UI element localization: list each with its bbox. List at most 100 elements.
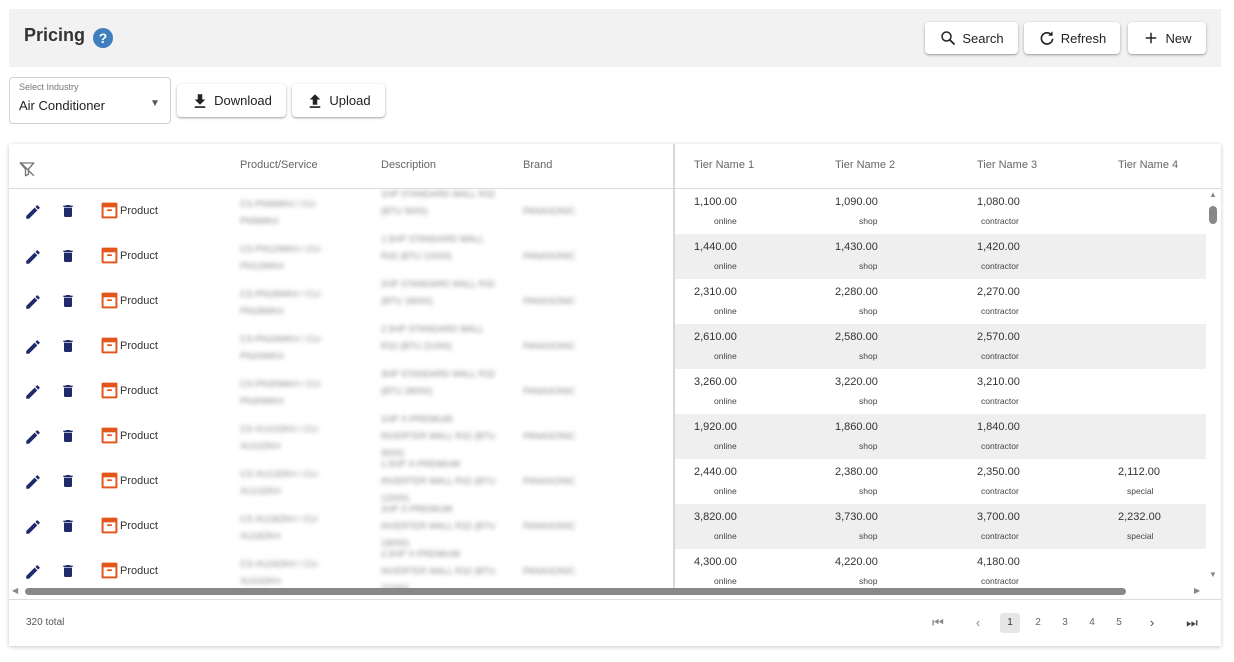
vertical-scrollbar[interactable] — [1207, 189, 1219, 589]
page-button-5[interactable]: 5 — [1109, 613, 1129, 633]
trash-icon[interactable] — [60, 292, 76, 310]
trash-icon[interactable] — [60, 202, 76, 220]
table-row[interactable]: Product CS-XU24ZKH / CU-XU24ZKH 2.5HP X-PR… — [9, 549, 1206, 589]
tier-3-label: contractor — [981, 486, 1019, 496]
trash-icon[interactable] — [60, 247, 76, 265]
table-row[interactable]: Product CS-XU18ZKH / CU-XU18ZKH 2HP X-PREM… — [9, 504, 1206, 549]
new-button[interactable]: New — [1128, 22, 1206, 54]
tier-1-price: 1,100.00 — [694, 196, 737, 208]
first-page-icon[interactable]: ⏮ — [928, 613, 948, 633]
product-code: CS-PN30WKH / CU-PN30WKH — [240, 379, 323, 406]
tier-1-price: 2,610.00 — [694, 331, 737, 343]
vertical-scroll-thumb[interactable] — [1209, 206, 1217, 224]
column-header-tier-2[interactable]: Tier Name 2 — [835, 159, 895, 171]
product-code: CS-PN18WKH / CU-PN18WKH — [240, 289, 323, 316]
table-row[interactable]: Product CS-XU10ZKH / CU-XU10ZKH 1HP X-PREM… — [9, 414, 1206, 459]
pencil-icon[interactable] — [24, 293, 42, 311]
trash-icon[interactable] — [60, 427, 76, 445]
product-description: 1.5HP STANDARD WALL R32 (BTU 12000) — [381, 234, 484, 261]
trash-icon[interactable] — [60, 517, 76, 535]
tier-3-price: 2,570.00 — [977, 331, 1020, 343]
product-type-label: Product — [120, 294, 158, 307]
tier-3-price: 1,080.00 — [977, 196, 1020, 208]
product-type-label: Product — [120, 474, 158, 487]
product-description: 2HP STANDARD WALL R32 (BTU 18000) — [381, 279, 496, 306]
table-row[interactable]: Product CS-PN12WKH / CU-PN12WKH 1.5HP STAN… — [9, 234, 1206, 279]
refresh-button[interactable]: Refresh — [1024, 22, 1120, 54]
tier-3-price: 1,840.00 — [977, 421, 1020, 433]
scroll-down-icon[interactable]: ▼ — [1209, 570, 1217, 579]
trash-icon[interactable] — [60, 382, 76, 400]
pencil-icon[interactable] — [24, 383, 42, 401]
scroll-up-icon[interactable]: ▲ — [1209, 190, 1217, 199]
product-description: 1HP STANDARD WALL R32 (BTU 9000) — [381, 189, 496, 216]
search-button[interactable]: Search — [925, 22, 1018, 54]
trash-icon[interactable] — [60, 562, 76, 580]
scroll-right-icon[interactable]: ▶ — [1194, 586, 1200, 595]
product-brand: PANASONIC — [523, 431, 576, 441]
tier-4-price: 2,232.00 — [1118, 511, 1161, 523]
pencil-icon[interactable] — [24, 338, 42, 356]
pencil-icon[interactable] — [24, 473, 42, 491]
page-button-3[interactable]: 3 — [1055, 613, 1075, 633]
table-row[interactable]: Product CS-PN24WKH / CU-PN24WKH 2.5HP STAN… — [9, 324, 1206, 369]
product-brand: PANASONIC — [523, 476, 576, 486]
column-header-description[interactable]: Description — [381, 159, 436, 171]
tier-3-price: 4,180.00 — [977, 556, 1020, 568]
product-brand: PANASONIC — [523, 341, 576, 351]
table-row[interactable]: Product CS-PN30WKH / CU-PN30WKH 3HP STANDA… — [9, 369, 1206, 414]
plus-icon — [1146, 32, 1157, 44]
tier-3-label: contractor — [981, 396, 1019, 406]
row-background — [675, 414, 1206, 459]
prev-page-icon[interactable]: ‹ — [968, 613, 988, 633]
product-type-label: Product — [120, 204, 158, 217]
horizontal-scrollbar[interactable]: ◀ ▶ — [9, 585, 1206, 597]
trash-icon[interactable] — [60, 472, 76, 490]
column-header-tier-1[interactable]: Tier Name 1 — [694, 159, 754, 171]
pencil-icon[interactable] — [24, 428, 42, 446]
table-header-row: Product/Service Description Brand Tier N… — [9, 144, 1221, 189]
page-button-1[interactable]: 1 — [1000, 613, 1020, 633]
download-button-label: Download — [214, 93, 272, 108]
download-button[interactable]: Download — [177, 84, 286, 117]
pencil-icon[interactable] — [24, 203, 42, 221]
product-type-label: Product — [120, 384, 158, 397]
product-type-cell: Product — [100, 516, 158, 535]
tier-1-label: online — [714, 531, 737, 541]
column-header-brand[interactable]: Brand — [523, 159, 552, 171]
tier-2-price: 3,220.00 — [835, 376, 878, 388]
last-page-icon[interactable]: ⏭ — [1182, 613, 1202, 633]
tier-2-label: shop — [859, 351, 878, 361]
column-header-tier-3[interactable]: Tier Name 3 — [977, 159, 1037, 171]
column-header-product[interactable]: Product/Service — [240, 159, 318, 171]
table-row[interactable]: Product CS-PN9WKH / CU-PN9WKH 1HP STANDARD… — [9, 189, 1206, 234]
refresh-button-label: Refresh — [1060, 30, 1107, 46]
trash-icon[interactable] — [60, 337, 76, 355]
product-type-cell: Product — [100, 561, 158, 580]
next-page-icon[interactable]: › — [1142, 613, 1162, 633]
row-background — [675, 324, 1206, 369]
tier-2-label: shop — [859, 531, 878, 541]
column-header-tier-4[interactable]: Tier Name 4 — [1118, 159, 1178, 171]
refresh-icon — [1040, 31, 1054, 45]
help-icon[interactable]: ? — [93, 28, 113, 48]
industry-select[interactable]: Select Industry Air Conditioner ▼ — [9, 77, 171, 124]
horizontal-scroll-thumb[interactable] — [25, 588, 1126, 595]
pencil-icon[interactable] — [24, 518, 42, 536]
upload-button[interactable]: Upload — [292, 84, 385, 117]
tier-2-label: shop — [859, 441, 878, 451]
table-row[interactable]: Product CS-XU13ZKH / CU-XU13ZKH 1.5HP X-PR… — [9, 459, 1206, 504]
tier-2-label: shop — [859, 486, 878, 496]
upload-button-label: Upload — [329, 93, 371, 108]
pencil-icon[interactable] — [24, 563, 42, 581]
table-row[interactable]: Product CS-PN18WKH / CU-PN18WKH 2HP STANDA… — [9, 279, 1206, 324]
product-code: CS-XU18ZKH / CU-XU18ZKH — [240, 514, 320, 541]
product-code: CS-PN12WKH / CU-PN12WKH — [240, 244, 323, 271]
filter-off-icon[interactable] — [17, 160, 37, 178]
tier-3-price: 1,420.00 — [977, 241, 1020, 253]
product-type-cell: Product — [100, 291, 158, 310]
pencil-icon[interactable] — [24, 248, 42, 266]
scroll-left-icon[interactable]: ◀ — [12, 586, 18, 595]
page-button-4[interactable]: 4 — [1082, 613, 1102, 633]
page-button-2[interactable]: 2 — [1028, 613, 1048, 633]
